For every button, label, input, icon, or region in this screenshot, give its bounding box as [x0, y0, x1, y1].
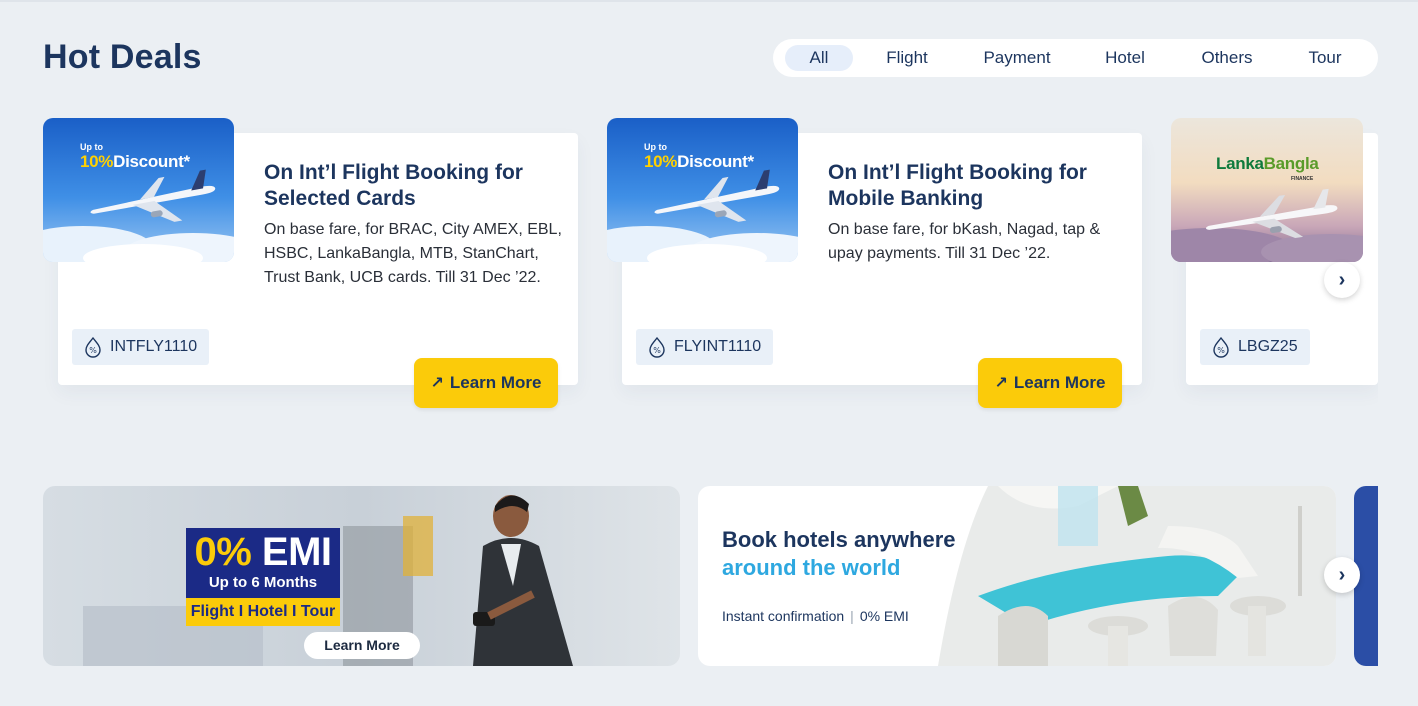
- tab-tour[interactable]: Tour: [1279, 45, 1371, 71]
- promo-code-text: FLYINT1110: [674, 338, 762, 355]
- emi-promo-banner[interactable]: 0% EMI Up to 6 Months Flight I Hotel I T…: [43, 486, 680, 666]
- emi-headline: 0% EMI: [194, 530, 332, 574]
- discount-badge: 10%Discount*: [644, 152, 754, 171]
- promo-code-text: LBGZ25: [1238, 338, 1298, 355]
- deal-image-lankabangla: LankaBangla FINANCE: [1171, 118, 1363, 262]
- emi-duration: Up to 6 Months: [208, 574, 318, 591]
- top-divider: [0, 0, 1418, 2]
- page-title: Hot Deals: [43, 38, 202, 76]
- hotel-banner-title: Book hotels anywhere: [722, 527, 956, 552]
- tab-others[interactable]: Others: [1175, 45, 1279, 71]
- deal-description: On base fare, for BRAC, City AMEX, EBL, …: [264, 221, 562, 286]
- tab-payment[interactable]: Payment: [959, 45, 1075, 71]
- promo-code-text: INTFLY1110: [110, 338, 198, 355]
- svg-text:%: %: [89, 346, 97, 355]
- deal-image-plane: Up to 10%Discount*: [607, 118, 798, 262]
- arrow-up-right-icon: ↗: [430, 375, 444, 392]
- hotel-promo-banner[interactable]: Book hotels anywhere around the world In…: [698, 486, 1336, 666]
- discount-tag-icon: %: [82, 336, 104, 358]
- emi-learn-more-button[interactable]: Learn More: [304, 632, 420, 659]
- discount-badge: 10%Discount*: [80, 152, 190, 171]
- promo-code-chip[interactable]: % LBGZ25: [1200, 329, 1310, 365]
- emi-offer-badge: 0% EMI Up to 6 Months Flight I Hotel I T…: [186, 528, 340, 626]
- promo-code-chip[interactable]: % INTFLY1110: [72, 329, 210, 365]
- lankabangla-logo-sub: FINANCE: [1291, 176, 1314, 182]
- deal-title: On Int’l Flight Booking for Mobile Banki…: [828, 161, 1087, 210]
- tab-hotel[interactable]: Hotel: [1075, 45, 1175, 71]
- promo-code-chip[interactable]: % FLYINT1110: [636, 329, 774, 365]
- chevron-right-icon: ›: [1338, 268, 1346, 291]
- emi-categories: Flight I Hotel I Tour: [186, 598, 340, 626]
- learn-more-button[interactable]: ↗ Learn More: [414, 358, 558, 408]
- discount-upto-label: Up to: [80, 142, 103, 152]
- deal-image-plane: Up to 10%Discount*: [43, 118, 234, 262]
- deal-card: LankaBangla FINANCE % LBGZ25: [1171, 118, 1378, 385]
- deal-card: Up to 10%Discount* On Int’l Flight Booki…: [607, 118, 1142, 408]
- discount-tag-icon: %: [646, 336, 668, 358]
- svg-text:%: %: [1217, 346, 1225, 355]
- hotel-banner-subtitle: around the world: [722, 555, 901, 580]
- learn-more-button[interactable]: ↗ Learn More: [978, 358, 1122, 408]
- banners-next-button[interactable]: ›: [1324, 557, 1360, 593]
- deal-description: On base fare, for bKash, Nagad, tap & up…: [828, 221, 1101, 262]
- tab-all[interactable]: All: [785, 45, 853, 71]
- deals-next-button[interactable]: ›: [1324, 262, 1360, 298]
- svg-text:%: %: [653, 346, 661, 355]
- discount-tag-icon: %: [1210, 336, 1232, 358]
- deal-card: Up to 10%Discount* On Int’l Flight Booki…: [43, 118, 578, 408]
- chevron-right-icon: ›: [1338, 563, 1346, 586]
- hotel-banner-features: Instant confirmation | 0% EMI: [722, 608, 909, 624]
- deal-filter-tabs: All Flight Payment Hotel Others Tour: [773, 39, 1378, 77]
- arrow-up-right-icon: ↗: [994, 375, 1008, 392]
- deal-title: On Int’l Flight Booking for Selected Car…: [264, 161, 523, 210]
- tab-flight[interactable]: Flight: [855, 45, 959, 71]
- lankabangla-logo: LankaBangla: [1216, 154, 1319, 173]
- discount-upto-label: Up to: [644, 142, 667, 152]
